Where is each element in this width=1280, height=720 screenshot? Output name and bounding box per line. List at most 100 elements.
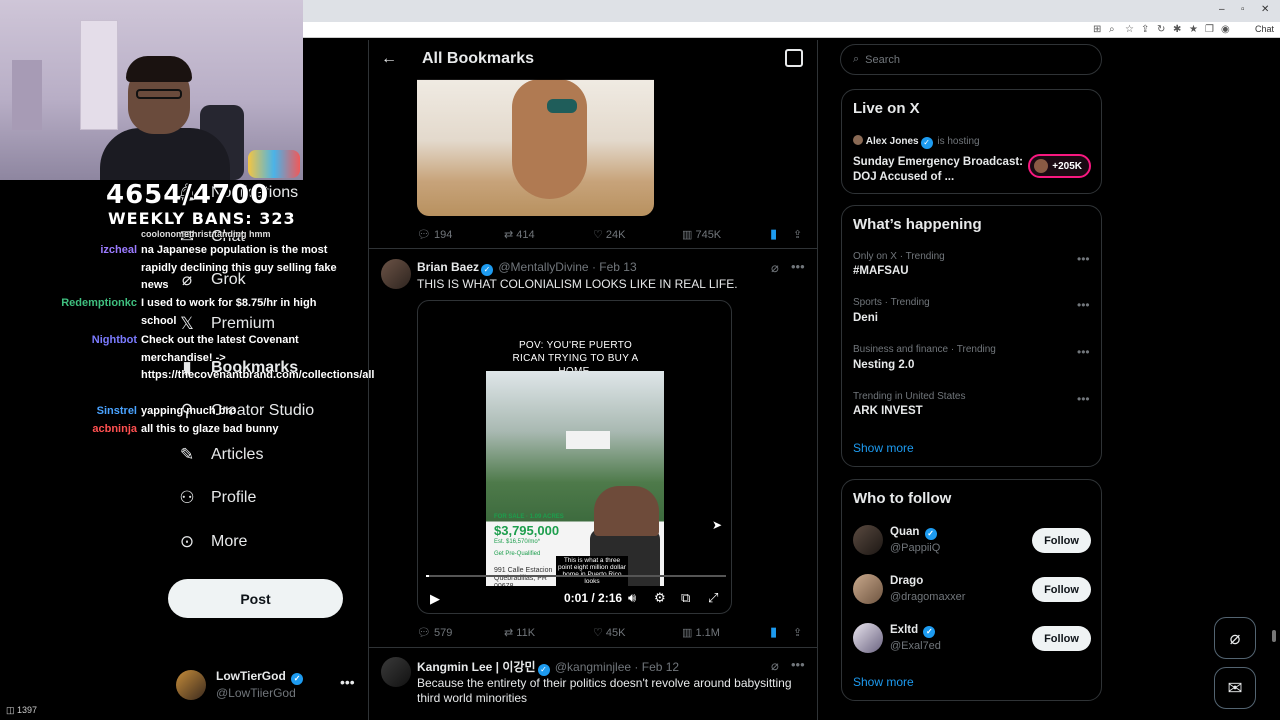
follow-button[interactable]: Follow: [1032, 528, 1091, 553]
grok-icon[interactable]: ⌀: [771, 658, 779, 674]
follow-handle: @PappiiQ: [890, 542, 941, 554]
minimize-icon[interactable]: –: [1219, 4, 1225, 15]
live-event-title[interactable]: Sunday Emergency Broadcast: DOJ Accused …: [853, 155, 1023, 185]
more-dots-icon[interactable]: •••: [1077, 252, 1090, 266]
follow-name[interactable]: Exltd ✓: [890, 624, 937, 638]
avatar[interactable]: [381, 259, 411, 289]
avatar[interactable]: [853, 574, 883, 604]
search-input[interactable]: ⌕ Search: [840, 44, 1102, 75]
extensions-puzzle-icon[interactable]: ✱: [1173, 24, 1181, 35]
more-dots-icon[interactable]: •••: [1077, 345, 1090, 359]
account-switcher[interactable]: LowTierGod ✓ @LowTiierGod •••: [176, 666, 356, 706]
page-scrollbar[interactable]: [1272, 630, 1276, 642]
bookmark-icon[interactable]: ▮: [770, 624, 777, 640]
panel-title: Who to follow: [853, 490, 952, 507]
share-icon[interactable]: ⇪: [793, 626, 802, 639]
settings-icon[interactable]: ⚙: [654, 590, 666, 606]
browser-address-bar[interactable]: ⊞ ⌕ ☆ ⇪ ↻ ✱ ★ ❐ ◉ Chat: [303, 22, 1280, 38]
bookmarks-timeline[interactable]: ← All Bookmarks 💬︎ 194 ⇄ 414 ♡ 24K ▥ 745…: [368, 40, 818, 720]
reply-button[interactable]: 💬︎ 579: [417, 626, 452, 639]
play-icon[interactable]: ▶: [430, 591, 440, 607]
account-name-text: LowTierGod: [216, 669, 286, 683]
trend-topic[interactable]: Nesting 2.0: [853, 359, 914, 371]
nav-articles[interactable]: ✎ Articles: [176, 443, 264, 467]
follow-name[interactable]: Drago: [890, 575, 923, 587]
share-icon[interactable]: ⇪: [793, 228, 802, 241]
bookmark-icon[interactable]: ▮: [770, 226, 777, 242]
more-dots-icon[interactable]: •••: [1077, 298, 1090, 312]
show-more-link[interactable]: Show more: [853, 675, 914, 689]
video-player[interactable]: POV: YOU'RE PUERTO RICAN TRYING TO BUY A…: [417, 300, 732, 614]
back-arrow-icon[interactable]: ←: [381, 50, 397, 68]
more-dots-icon[interactable]: •••: [1077, 392, 1090, 406]
refresh-icon[interactable]: ↻: [1157, 24, 1165, 35]
chat-text: I used to work for $8.75/hr in high scho…: [141, 297, 317, 327]
author-name[interactable]: Brian Baez: [417, 260, 479, 274]
reply-count: 579: [434, 627, 453, 639]
volume-icon[interactable]: 🔊︎: [628, 590, 636, 606]
listing-prequalify: Get Pre-Qualified: [494, 551, 541, 557]
messages-fab-icon[interactable]: ✉: [1214, 667, 1256, 709]
extension-icon[interactable]: ⊞: [1093, 24, 1101, 35]
live-listeners-pill[interactable]: +205K: [1028, 154, 1091, 178]
close-icon[interactable]: ✕: [1261, 4, 1269, 15]
add-bookmark-folder-icon[interactable]: [785, 49, 803, 67]
follow-button[interactable]: Follow: [1032, 626, 1091, 651]
like-count: 45K: [605, 627, 626, 639]
more-dots-icon[interactable]: •••: [340, 674, 355, 690]
grok-fab-icon[interactable]: ⌀: [1214, 617, 1256, 659]
chat-text: na Japanese population is the most rapid…: [141, 244, 337, 291]
video-person: [594, 486, 659, 536]
mouse-cursor-icon: ➤: [712, 518, 723, 532]
restore-icon[interactable]: ▫: [1241, 4, 1245, 15]
profile-icon[interactable]: ◉: [1221, 24, 1230, 35]
video-progress-bar[interactable]: [426, 575, 726, 577]
favorites-icon[interactable]: ★: [1189, 24, 1198, 35]
collections-icon[interactable]: ❐: [1205, 24, 1214, 35]
reply-button[interactable]: 💬︎ 194: [417, 228, 452, 241]
follow-handle: @dragomaxxer: [890, 591, 966, 603]
star-icon[interactable]: ☆: [1125, 24, 1134, 35]
fullscreen-icon[interactable]: ⤢: [708, 590, 718, 606]
nav-profile[interactable]: ⚇ Profile: [176, 486, 256, 510]
more-dots-icon[interactable]: •••: [791, 657, 805, 672]
chat-text: coolonomethrist tanding hmm: [141, 229, 271, 239]
avatar[interactable]: [853, 525, 883, 555]
tweet-date[interactable]: Feb 12: [642, 660, 679, 674]
picture-in-picture-icon[interactable]: ⧉: [681, 590, 690, 606]
like-button[interactable]: ♡ 45K: [593, 626, 626, 639]
follow-button[interactable]: Follow: [1032, 577, 1091, 602]
search-icon: ⌕: [853, 53, 860, 65]
live-host-row[interactable]: Alex Jones ✓ is hosting: [853, 135, 980, 149]
author-name[interactable]: Kangmin Lee | 이강민: [417, 660, 536, 674]
follow-name[interactable]: Quan ✓: [890, 526, 939, 540]
tweet-image[interactable]: [417, 79, 654, 216]
cat-tree: [12, 60, 42, 130]
more-dots-icon[interactable]: •••: [791, 259, 805, 274]
avatar[interactable]: [381, 657, 411, 687]
trend-context: Trending in United States: [853, 391, 966, 402]
repost-button[interactable]: ⇄ 11K: [504, 626, 535, 639]
zoom-icon[interactable]: ⌕: [1109, 24, 1115, 35]
video-time: 0:01 / 2:16: [564, 591, 623, 605]
trend-context: Only on X · Trending: [853, 251, 945, 262]
trend-topic[interactable]: #MAFSAU: [853, 265, 909, 277]
show-more-link[interactable]: Show more: [853, 441, 914, 455]
share-icon[interactable]: ⇪: [1141, 24, 1149, 35]
browser-chat-button[interactable]: Chat: [1255, 24, 1274, 34]
trend-topic[interactable]: ARK INVEST: [853, 405, 923, 417]
trend-topic[interactable]: Deni: [853, 312, 878, 324]
nav-more[interactable]: ⊙ More: [176, 530, 248, 554]
post-button[interactable]: Post: [168, 579, 343, 618]
views-button[interactable]: ▥ 1.1M: [682, 626, 720, 639]
repost-button[interactable]: ⇄ 414: [504, 228, 535, 241]
avatar[interactable]: [853, 623, 883, 653]
views-button[interactable]: ▥ 745K: [682, 228, 721, 241]
browser-titlebar: – ▫ ✕: [303, 0, 1280, 22]
like-button[interactable]: ♡ 24K: [593, 228, 626, 241]
author-handle[interactable]: @kangminjlee: [555, 660, 631, 674]
grok-icon[interactable]: ⌀: [771, 260, 779, 276]
author-handle[interactable]: @MentallyDivine: [498, 260, 588, 274]
video-frame: FOR SALE · 1.09 ACRES $3,795,000 Est. $1…: [486, 371, 664, 586]
tweet-date[interactable]: Feb 13: [599, 260, 636, 274]
